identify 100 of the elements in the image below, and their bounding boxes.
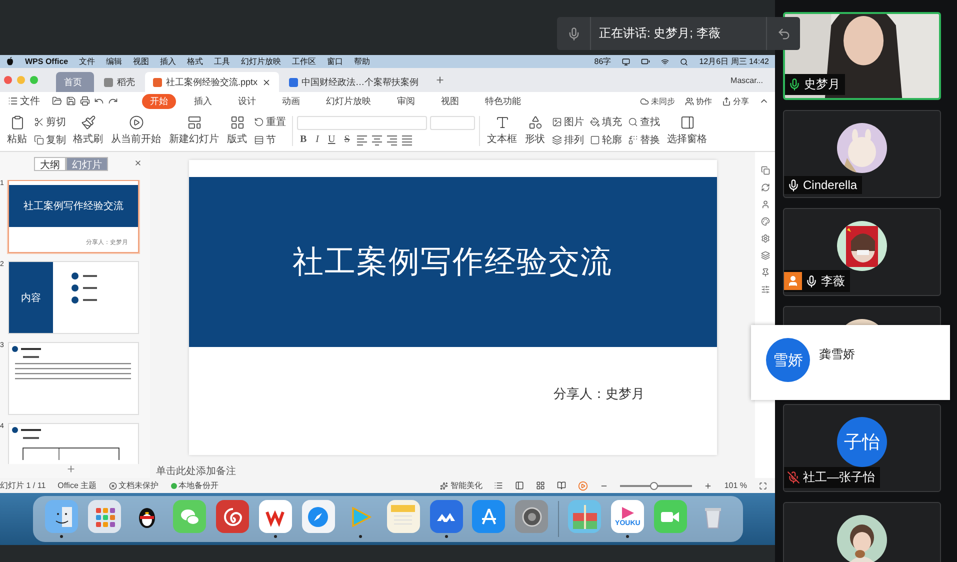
align-icon[interactable] (356, 134, 368, 146)
toolbar-action[interactable]: 未同步 (640, 96, 675, 106)
ribbon-tab[interactable]: 动画 (274, 94, 308, 108)
menu-item[interactable]: 工具 (214, 56, 230, 67)
scissors-icon (34, 116, 44, 126)
ribbon-tab[interactable]: 幻灯片放映 (318, 94, 379, 108)
ribbon-button[interactable]: 轮廓 (588, 132, 624, 146)
refresh-icon[interactable] (760, 183, 770, 192)
menu-item[interactable]: 帮助 (354, 56, 370, 67)
ribbon-tab[interactable]: 设计 (230, 94, 264, 108)
play-icon (620, 506, 636, 520)
ribbon-button[interactable]: 重置 (252, 114, 288, 128)
profile-name: 龚雪娇 (819, 346, 855, 363)
panel-tab[interactable]: 大纲 (34, 157, 66, 171)
ribbon-button[interactable]: 形状 (522, 112, 548, 150)
folder-icon[interactable] (52, 96, 62, 106)
align-icon[interactable] (370, 134, 383, 146)
copy-icon[interactable] (760, 166, 770, 175)
format-button[interactable]: U (325, 134, 338, 145)
ribbon-tab[interactable]: 特色功能 (477, 94, 529, 108)
format-button[interactable]: I (312, 134, 322, 145)
ribbon-button[interactable]: 新建幻灯片 (166, 112, 222, 150)
menu-item[interactable]: 格式 (187, 56, 204, 67)
avatar: 子怡 (837, 417, 887, 467)
slider-thumb[interactable] (650, 482, 658, 490)
settings-icon[interactable] (760, 234, 770, 243)
ribbon-button[interactable]: 查找 (626, 114, 662, 128)
ribbon-button[interactable]: 从当前开始 (108, 112, 164, 150)
menu-item[interactable]: 幻灯片放映 (241, 56, 282, 67)
redo-icon[interactable] (108, 96, 118, 106)
slide-thumbnail[interactable]: 内容 (8, 261, 139, 334)
menu-item[interactable]: 文件 (79, 56, 96, 67)
ribbon-button[interactable]: 图片 (550, 114, 586, 128)
align-icon[interactable] (386, 134, 398, 146)
zoom-in-icon[interactable] (704, 482, 712, 490)
add-slide-icon[interactable] (66, 464, 76, 474)
reset-icon (254, 116, 264, 126)
protection-status[interactable]: 文档未保护 (108, 480, 159, 491)
ribbon-button[interactable]: 格式刷 (70, 112, 106, 150)
document-tab[interactable]: 中国财经政法…个案帮扶案例 (280, 72, 427, 92)
ribbon-tab[interactable]: 插入 (186, 94, 220, 108)
layers-icon (552, 134, 562, 144)
fit-window-icon[interactable] (759, 482, 767, 490)
ribbon-tab[interactable]: 视图 (433, 94, 467, 108)
document-icon (288, 78, 298, 86)
normal-view-icon[interactable] (515, 481, 524, 490)
beautify-button[interactable]: 智能美化 (440, 480, 482, 491)
circle-x-icon (108, 482, 117, 490)
menu-item[interactable]: 窗口 (327, 56, 344, 67)
backup-status[interactable]: 本地备份开 (170, 480, 219, 491)
sliders-icon[interactable] (760, 285, 770, 294)
file-menu[interactable]: 文件 (6, 94, 42, 108)
slide-counter: 幻灯片 1 / 11 (0, 480, 46, 491)
close-icon[interactable] (262, 78, 271, 86)
account-label: Mascar... (730, 76, 763, 84)
new-tab-icon[interactable] (434, 75, 445, 85)
ribbon-button[interactable]: 填充 (588, 114, 624, 128)
toolbar-action[interactable]: 协作 (685, 96, 712, 106)
mountains-icon (436, 510, 456, 522)
notes-placeholder[interactable]: 单击此处添加备注 (150, 455, 755, 478)
close-button[interactable] (4, 76, 12, 84)
menu-item[interactable]: 视图 (133, 56, 150, 67)
user-icon[interactable] (760, 200, 770, 209)
align-icon[interactable] (400, 134, 413, 146)
layers-icon[interactable] (760, 251, 770, 260)
new-slide-icon (186, 115, 202, 130)
format-button[interactable]: S (341, 134, 353, 145)
document-tab[interactable]: 社工案例经验交流.pptx (145, 72, 279, 92)
grid-view-icon[interactable] (536, 481, 546, 490)
list-view-icon[interactable] (494, 481, 504, 490)
close-icon[interactable] (134, 159, 142, 167)
ribbon-button[interactable]: 粘贴 (4, 112, 30, 150)
toolbar-action[interactable]: 分享 (722, 96, 749, 106)
ribbon-button[interactable]: 剪切 (32, 114, 68, 128)
format-button[interactable]: B (297, 134, 310, 145)
zipper-icon (572, 504, 597, 528)
ribbon-button[interactable]: 替换 (626, 132, 662, 146)
printer-icon[interactable] (80, 96, 90, 106)
ribbon-button[interactable]: 版式 (224, 112, 250, 150)
reading-view-icon[interactable] (557, 481, 566, 490)
play-icon[interactable] (578, 480, 588, 490)
search-icon[interactable] (680, 58, 688, 66)
menu-item[interactable]: 工作区 (292, 56, 316, 67)
ribbon-tab[interactable]: 审阅 (389, 94, 423, 108)
font-size-field[interactable] (430, 116, 475, 130)
document-tab[interactable]: 稻壳 (96, 72, 143, 92)
ribbon-button[interactable]: 文本框 (484, 112, 520, 150)
back-arrow-icon[interactable] (776, 26, 790, 40)
font-name-field[interactable] (297, 116, 428, 130)
palette-icon[interactable] (760, 217, 770, 226)
ribbon-button[interactable]: 节 (252, 132, 288, 146)
menu-item[interactable]: 插入 (160, 56, 176, 67)
ribbon-button[interactable]: 选择窗格 (664, 112, 710, 150)
save-icon[interactable] (66, 96, 76, 106)
menu-item[interactable]: 编辑 (106, 56, 122, 67)
ribbon-button[interactable]: 排列 (550, 132, 586, 146)
ribbon-button[interactable]: 复制 (32, 132, 68, 146)
pin-icon[interactable] (760, 268, 770, 277)
undo-icon[interactable] (94, 96, 104, 106)
slide-thumbnail[interactable] (8, 342, 139, 415)
